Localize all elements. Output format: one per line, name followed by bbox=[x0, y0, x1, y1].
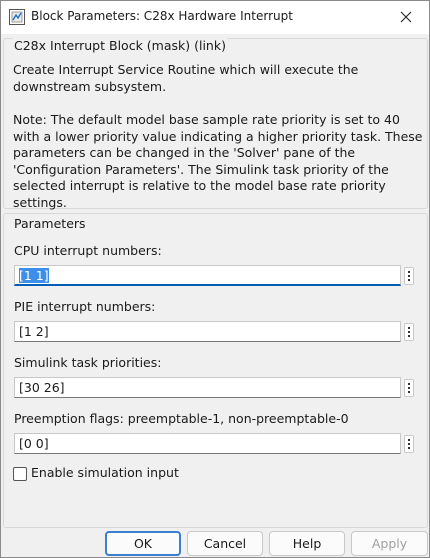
enable-simulation-input-checkbox[interactable] bbox=[13, 467, 27, 481]
mask-description-group: C28x Interrupt Block (mask) (link) Creat… bbox=[3, 38, 428, 210]
simulink-task-priorities-label: Simulink task priorities: bbox=[14, 355, 162, 370]
simulink-task-priorities-field[interactable]: [30 26] bbox=[14, 377, 401, 398]
close-button[interactable] bbox=[383, 1, 429, 34]
cpu-interrupt-numbers-field[interactable]: [1 1] bbox=[14, 265, 401, 286]
cpu-interrupt-numbers-label: CPU interrupt numbers: bbox=[14, 243, 162, 258]
enable-simulation-input-label[interactable]: Enable simulation input bbox=[31, 465, 179, 480]
pie-interrupt-numbers-field[interactable]: [1 2] bbox=[14, 321, 401, 342]
parameters-group-legend: Parameters bbox=[13, 216, 87, 231]
close-icon bbox=[400, 8, 412, 27]
block-parameters-dialog: Block Parameters: C28x Hardware Interrup… bbox=[0, 0, 430, 558]
title-bar: Block Parameters: C28x Hardware Interrup… bbox=[1, 1, 429, 34]
preemption-flags-field[interactable]: [0 0] bbox=[14, 433, 401, 454]
pie-interrupt-numbers-label: PIE interrupt numbers: bbox=[14, 299, 156, 314]
cpu-interrupt-numbers-menu-button[interactable] bbox=[404, 267, 414, 285]
mask-description-note: Note: The default model base sample rate… bbox=[13, 112, 423, 210]
cpu-interrupt-numbers-value: [1 1] bbox=[19, 268, 49, 283]
simulink-block-icon bbox=[9, 9, 25, 25]
window-title: Block Parameters: C28x Hardware Interrup… bbox=[31, 9, 293, 23]
cancel-button[interactable]: Cancel bbox=[187, 531, 263, 556]
ok-button[interactable]: OK bbox=[105, 531, 181, 556]
apply-button[interactable]: Apply bbox=[351, 531, 428, 556]
mask-group-legend: C28x Interrupt Block (mask) (link) bbox=[13, 38, 227, 53]
mask-description: Create Interrupt Service Routine which w… bbox=[13, 62, 359, 94]
preemption-flags-menu-button[interactable] bbox=[404, 435, 414, 453]
help-button[interactable]: Help bbox=[269, 531, 345, 556]
simulink-task-priorities-menu-button[interactable] bbox=[404, 379, 414, 397]
parameters-group: Parameters bbox=[3, 213, 428, 528]
pie-interrupt-numbers-menu-button[interactable] bbox=[404, 323, 414, 341]
preemption-flags-label: Preemption flags: preemptable-1, non-pre… bbox=[14, 411, 349, 426]
